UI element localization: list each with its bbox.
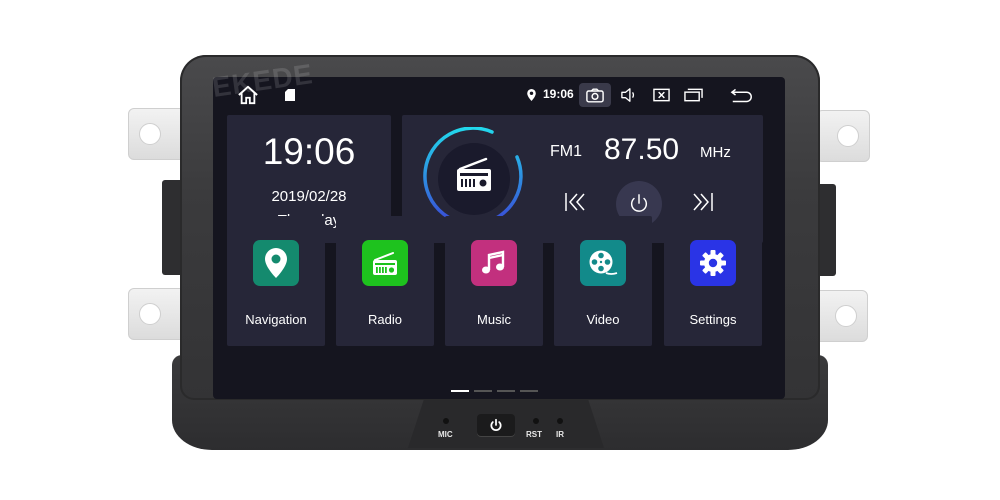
radio-frequency: 87.50 [604,133,680,166]
music-note-icon [482,250,505,274]
status-time: 19:06 [543,87,574,101]
app-settings[interactable]: Settings [664,216,762,346]
power-icon [630,194,648,212]
previous-icon[interactable] [560,187,590,217]
rst-label: RST [526,430,542,439]
next-icon[interactable] [688,187,718,217]
app-video[interactable]: Video [554,216,652,346]
back-icon[interactable] [727,83,757,107]
app-label: Settings [689,312,737,327]
radio-band[interactable]: FM1 [550,143,582,161]
page-indicator-3[interactable] [497,390,515,392]
volume-icon[interactable] [617,83,641,107]
recent-apps-icon[interactable] [681,83,705,107]
page-indicator-1[interactable] [451,390,469,392]
ir-sensor [557,418,563,424]
mount-bracket-top-right [816,110,870,162]
mount-bracket-top-left [128,108,186,160]
reset-hole[interactable] [533,418,539,424]
screen: 19:06 19:06 2019/02/28 Thursday [213,77,785,399]
head-unit: MIC RST IR 19:06 19:06 2019/02/28 FM1 87… [172,55,828,450]
app-navigation[interactable]: Navigation [227,216,325,346]
app-label: Navigation [245,312,307,327]
hardware-power-button[interactable] [477,414,515,436]
screenshot-camera-icon[interactable] [579,83,611,107]
page-indicator-2[interactable] [474,390,492,392]
ir-label: IR [556,430,564,439]
app-icon-radio [362,240,408,286]
location-pin-icon [265,248,287,278]
clock-time: 19:06 [262,131,356,172]
clock-date: 2019/02/28 [271,188,347,205]
app-icon-settings [690,240,736,286]
radio-icon [373,252,397,275]
location-pin-icon [525,83,537,107]
app-icon-navigation [253,240,299,286]
app-label: Video [586,312,620,327]
app-label: Music [477,312,511,327]
close-app-icon[interactable] [649,83,673,107]
app-radio[interactable]: Radio [336,216,434,346]
app-icon-music [471,240,517,286]
mic-label: MIC [438,430,453,439]
app-icon-video [580,240,626,286]
gear-icon [700,250,726,276]
app-label: Radio [368,312,402,327]
radio-unit: MHz [700,144,731,161]
mount-bracket-bottom-left [128,288,186,340]
app-music[interactable]: Music [445,216,543,346]
film-reel-icon [589,250,618,275]
power-icon [490,418,502,431]
page-indicator-4[interactable] [520,390,538,392]
mic-hole [443,418,449,424]
